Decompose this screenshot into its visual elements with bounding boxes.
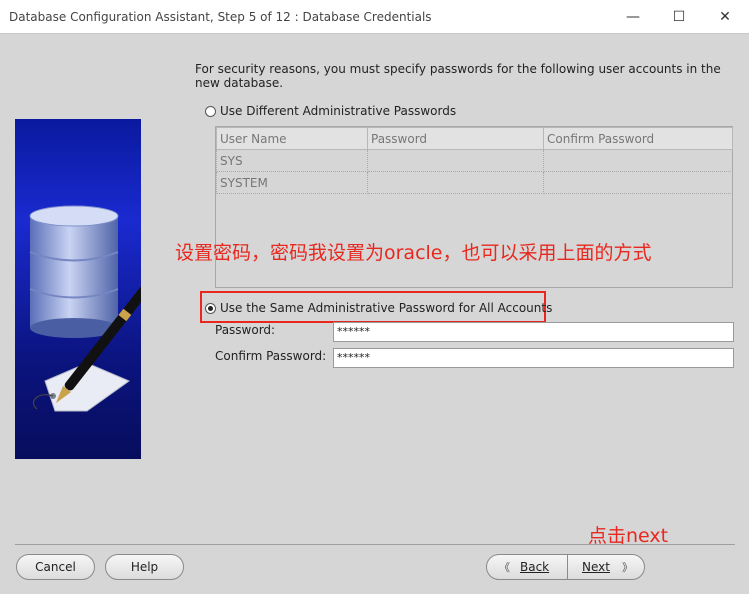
intro-text: For security reasons, you must specify p…	[195, 62, 721, 90]
password-input[interactable]: ******	[333, 322, 734, 342]
column-header-password: Password	[367, 127, 544, 150]
confirm-password-label: Confirm Password:	[215, 349, 327, 363]
table-row: SYSTEM	[216, 171, 733, 194]
radio-same-password[interactable]: Use the Same Administrative Password for…	[205, 301, 552, 315]
column-header-confirm-password: Confirm Password	[543, 127, 733, 150]
back-button[interactable]: 《 Back	[499, 555, 549, 579]
cancel-label: Cancel	[35, 560, 76, 574]
user-cell: SYSTEM	[216, 171, 368, 194]
next-button[interactable]: Next 》	[582, 555, 633, 579]
radio-different-passwords[interactable]: Use Different Administrative Passwords	[205, 104, 456, 118]
button-divider	[567, 555, 568, 579]
close-icon: ✕	[719, 9, 731, 25]
chevron-left-icon: 《	[499, 561, 510, 574]
minimize-icon: —	[626, 9, 640, 25]
password-cell	[367, 171, 544, 194]
confirm-cell	[543, 149, 733, 172]
title-bar: Database Configuration Assistant, Step 5…	[0, 0, 749, 34]
password-label: Password:	[215, 323, 276, 337]
database-pen-illustration	[29, 205, 141, 412]
radio-label: Use the Same Administrative Password for…	[220, 301, 553, 315]
help-button[interactable]: Help	[105, 554, 184, 580]
close-button[interactable]: ✕	[702, 0, 748, 34]
navigation-button-group: 《 Back Next 》	[486, 554, 645, 580]
table-row: SYS	[216, 149, 733, 172]
chevron-right-icon: 》	[621, 561, 633, 574]
radio-button-unselected[interactable]	[205, 105, 216, 117]
password-cell	[367, 149, 544, 172]
window-title: Database Configuration Assistant, Step 5…	[9, 10, 432, 24]
confirm-cell	[543, 171, 733, 194]
radio-button-selected[interactable]	[205, 302, 216, 314]
next-label: Next	[582, 560, 610, 574]
radio-label: Use Different Administrative Passwords	[220, 104, 457, 118]
cancel-button[interactable]: Cancel	[16, 554, 95, 580]
column-header-user-name: User Name	[216, 127, 368, 150]
annotation-set-password: 设置密码，密码我设置为oracle，也可以采用上面的方式	[175, 242, 652, 264]
maximize-icon: ☐	[672, 9, 686, 25]
maximize-button[interactable]: ☐	[656, 0, 702, 34]
footer-divider	[15, 544, 735, 545]
wizard-side-image	[15, 119, 141, 459]
minimize-button[interactable]: —	[610, 0, 656, 34]
confirm-password-input[interactable]: ******	[333, 348, 734, 368]
user-cell: SYS	[216, 149, 368, 172]
help-label: Help	[130, 560, 159, 574]
back-label: Back	[520, 560, 550, 574]
